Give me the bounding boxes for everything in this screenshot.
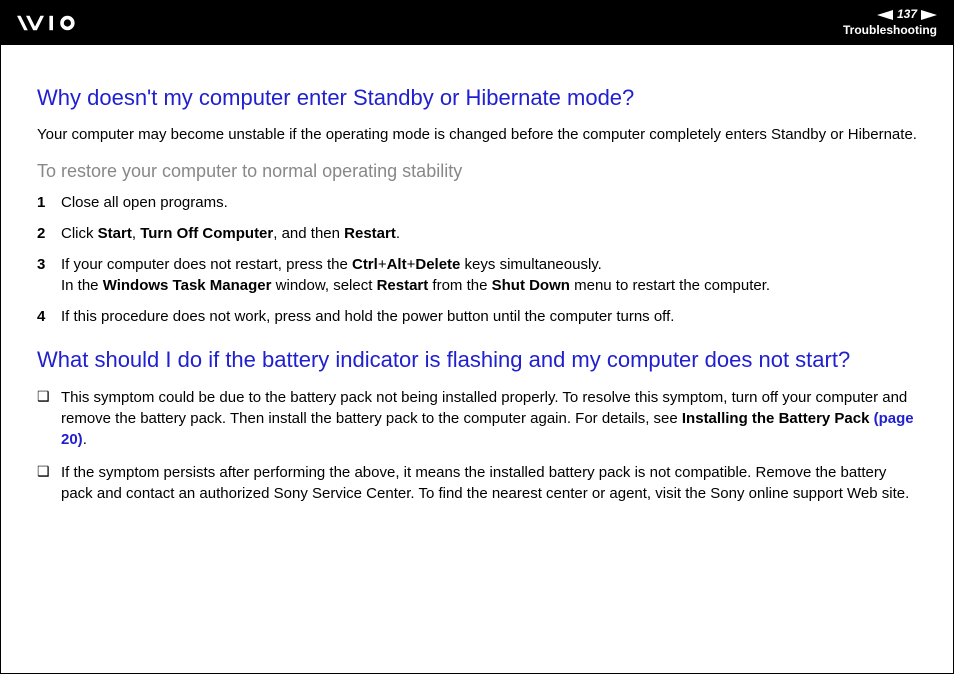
page-navigation: 137: [843, 7, 937, 23]
vaio-logo: [17, 14, 125, 32]
section1-subhead: To restore your computer to normal opera…: [37, 161, 917, 182]
bullet-icon: ❑: [37, 387, 61, 407]
prev-page-arrow[interactable]: [877, 10, 893, 20]
step-1: 1 Close all open programs.: [37, 192, 917, 213]
step-text: Close all open programs.: [61, 192, 917, 213]
bullet-1: ❑ This symptom could be due to the batte…: [37, 387, 917, 450]
step-text: If your computer does not restart, press…: [61, 254, 917, 296]
next-page-arrow[interactable]: [921, 10, 937, 20]
breadcrumb: Troubleshooting: [843, 23, 937, 39]
page-number: 137: [897, 7, 917, 23]
bullets-list: ❑ This symptom could be due to the batte…: [37, 387, 917, 504]
section2-heading: What should I do if the battery indicato…: [37, 347, 917, 373]
step-text: Click Start, Turn Off Computer, and then…: [61, 223, 917, 244]
step-number: 1: [37, 192, 61, 213]
step-number: 2: [37, 223, 61, 244]
section1-heading: Why doesn't my computer enter Standby or…: [37, 85, 917, 111]
bullet-icon: ❑: [37, 462, 61, 482]
bullet-text: This symptom could be due to the battery…: [61, 387, 917, 450]
step-3: 3 If your computer does not restart, pre…: [37, 254, 917, 296]
step-2: 2 Click Start, Turn Off Computer, and th…: [37, 223, 917, 244]
steps-list: 1 Close all open programs. 2 Click Start…: [37, 192, 917, 327]
header-right: 137 Troubleshooting: [843, 7, 937, 38]
header-bar: 137 Troubleshooting: [1, 1, 953, 45]
step-text: If this procedure does not work, press a…: [61, 306, 917, 327]
section1-intro: Your computer may become unstable if the…: [37, 125, 917, 145]
step-4: 4 If this procedure does not work, press…: [37, 306, 917, 327]
page-content: Why doesn't my computer enter Standby or…: [1, 45, 953, 504]
step-number: 3: [37, 254, 61, 275]
bullet-text: If the symptom persists after performing…: [61, 462, 917, 504]
bullet-2: ❑ If the symptom persists after performi…: [37, 462, 917, 504]
step-number: 4: [37, 306, 61, 327]
